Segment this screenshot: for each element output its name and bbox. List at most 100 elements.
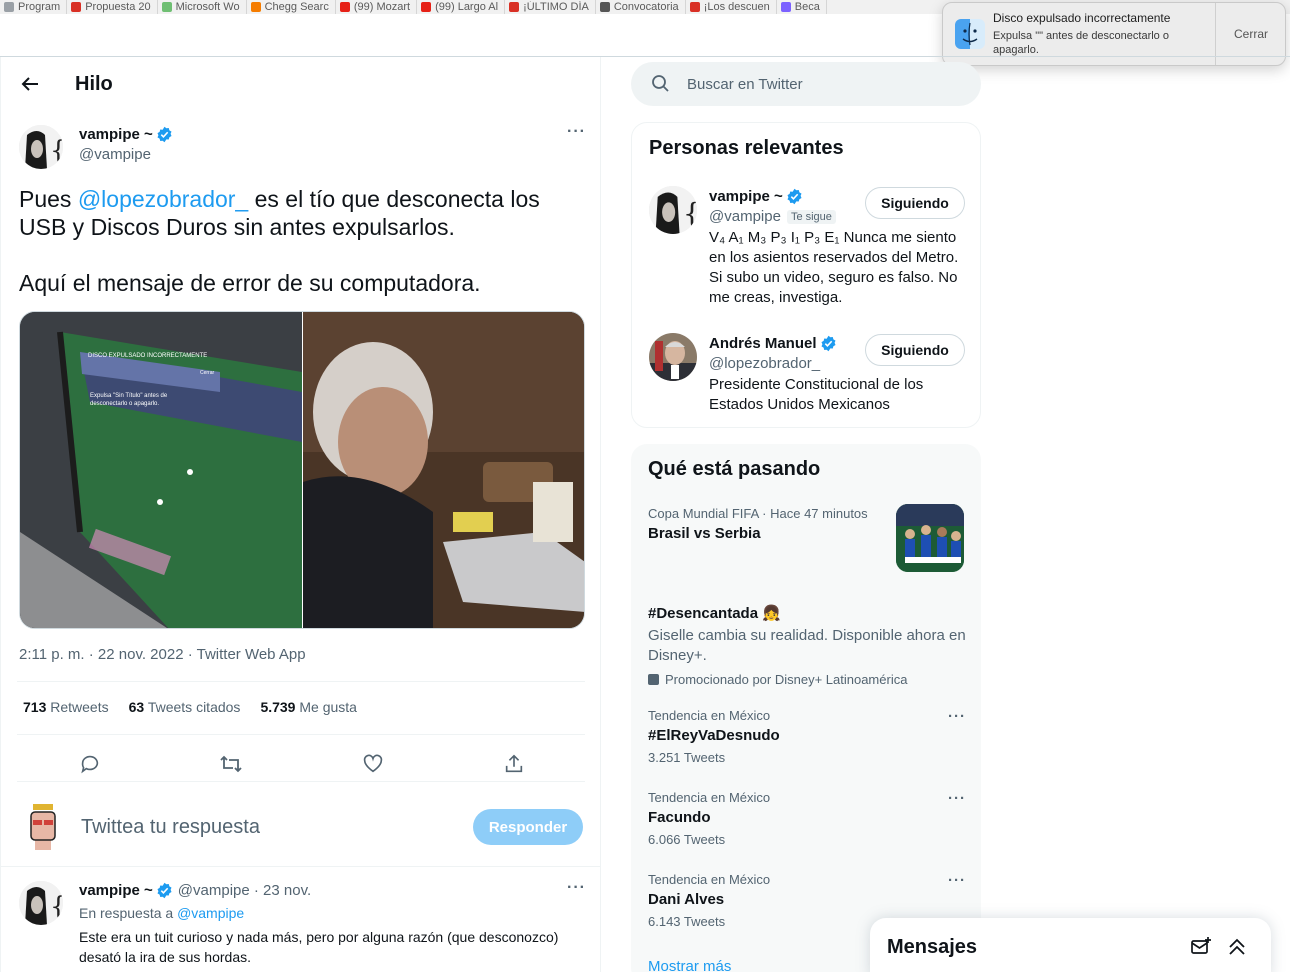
retweet-icon[interactable]: [216, 749, 246, 779]
bookmark-favicon-icon: [509, 2, 520, 12]
reply-composer: Twittea tu respuesta Responder: [1, 790, 601, 866]
show-more-link[interactable]: Mostrar más: [648, 958, 731, 972]
bookmark-favicon-icon: [780, 2, 791, 12]
trend-title: #ElReyVaDesnudo: [648, 727, 780, 744]
author-handle[interactable]: @vampipe: [79, 146, 151, 163]
mention-link[interactable]: @lopezobrador_: [78, 186, 248, 212]
bookmark-item[interactable]: Beca: [777, 0, 827, 14]
like-icon[interactable]: [358, 749, 388, 779]
bookmark-item[interactable]: (99) Mozart: [336, 0, 418, 14]
trend-item[interactable]: Tendencia en México Facundo 6.066 Tweets…: [648, 790, 966, 847]
media-overlay-close: Cerrar: [200, 370, 215, 376]
relevant-people-title: Personas relevantes: [649, 137, 844, 159]
more-options-icon[interactable]: ···: [567, 123, 586, 141]
tweet-text: Pues @lopezobrador_ es el tío que descon…: [19, 185, 589, 325]
expand-drawer-icon[interactable]: [1226, 936, 1248, 958]
trend-count: 3.251 Tweets: [648, 750, 726, 765]
user-avatar[interactable]: [23, 802, 63, 850]
media-photo-man-at-desk[interactable]: [303, 312, 584, 628]
bookmark-item[interactable]: Chegg Searc: [247, 0, 336, 14]
bookmark-item[interactable]: ¡ÚLTIMO DÍA: [505, 0, 596, 14]
avatar[interactable]: {: [649, 186, 697, 234]
bookmark-item[interactable]: Convocatoria: [596, 0, 686, 14]
trend-context: Tendencia en México: [648, 790, 771, 805]
whats-happening-title: Qué está pasando: [648, 458, 821, 480]
messages-drawer[interactable]: Mensajes: [870, 918, 1271, 972]
reply-handle-time[interactable]: @vampipe · 23 nov.: [178, 882, 311, 899]
author-name-line[interactable]: vampipe ~: [79, 126, 173, 143]
reply-author-name[interactable]: vampipe ~: [79, 882, 153, 899]
media-overlay-title: DISCO EXPULSADO INCORRECTAMENTE: [88, 353, 208, 359]
search-input[interactable]: [687, 73, 957, 95]
new-message-icon[interactable]: [1190, 936, 1212, 958]
relevant-people-card: Personas relevantes { vampipe ~ @vampipe…: [631, 122, 981, 428]
divider: [17, 681, 585, 682]
reply-input[interactable]: Twittea tu respuesta: [81, 816, 260, 839]
quotes-label: Tweets citados: [147, 699, 241, 715]
svg-text:{: {: [50, 136, 63, 166]
person-bio: V₄ A₁ M₃ P₃ I₁ P₃ E₁ Nunca me siento en …: [709, 229, 959, 306]
trend-thumbnail[interactable]: [896, 504, 964, 572]
following-button[interactable]: Siguiendo: [865, 187, 965, 219]
likes-label: Me gusta: [299, 699, 357, 715]
more-options-icon[interactable]: ···: [948, 872, 966, 889]
tweet-media[interactable]: DISCO EXPULSADO INCORRECTAMENTE Expulsa …: [19, 311, 585, 629]
bookmark-label: Convocatoria: [613, 1, 679, 13]
svg-text:{: {: [50, 892, 63, 922]
media-photo-laptop[interactable]: DISCO EXPULSADO INCORRECTAMENTE Expulsa …: [20, 312, 302, 628]
trend-item[interactable]: Tendencia en México #ElReyVaDesnudo 3.25…: [648, 708, 966, 765]
author-name[interactable]: vampipe ~: [79, 126, 153, 143]
retweets-stat[interactable]: 713 Retweets: [23, 699, 109, 715]
promoted-trend[interactable]: #Desencantada 👧 Giselle cambia su realid…: [648, 600, 966, 687]
page-title: Hilo: [75, 73, 113, 95]
bookmark-favicon-icon: [339, 2, 350, 12]
svg-text:{: {: [683, 197, 697, 230]
bookmark-item[interactable]: ¡Los descuen: [686, 0, 777, 14]
person-bio: Presidente Constitucional de los Estados…: [709, 376, 924, 413]
trend-count: 6.066 Tweets: [648, 832, 726, 847]
divider: [1, 866, 601, 867]
bookmark-favicon-icon: [250, 2, 261, 12]
avatar[interactable]: {: [19, 125, 63, 169]
promoted-icon: [648, 674, 659, 685]
person-handle[interactable]: @vampipe: [709, 208, 781, 225]
reply-button[interactable]: Responder: [473, 809, 583, 845]
search-box[interactable]: [631, 62, 981, 106]
whats-happening-card: Qué está pasando Copa Mundial FIFA · Hac…: [631, 444, 981, 972]
bookmark-favicon-icon: [4, 2, 14, 12]
reply-author-line[interactable]: vampipe ~ @vampipe · 23 nov.: [79, 882, 311, 899]
bookmark-item[interactable]: Program: [0, 0, 68, 14]
avatar[interactable]: [649, 333, 697, 381]
person-name-line[interactable]: vampipe ~: [709, 188, 803, 205]
share-icon[interactable]: [499, 749, 529, 779]
promoted-by-line[interactable]: Promocionado por Disney+ Latinoamérica: [648, 672, 966, 687]
person-name[interactable]: Andrés Manuel: [709, 335, 817, 352]
person-name-line[interactable]: Andrés Manuel: [709, 335, 837, 352]
avatar[interactable]: {: [19, 881, 63, 925]
divider: [17, 781, 585, 782]
bookmark-favicon-icon: [689, 2, 700, 12]
more-options-icon[interactable]: ···: [948, 790, 966, 807]
in-reply-to: En respuesta a @vampipe: [79, 905, 244, 921]
reply-icon[interactable]: [75, 749, 105, 779]
in-reply-handle-link[interactable]: @vampipe: [177, 905, 244, 921]
person-handle[interactable]: @lopezobrador_: [709, 355, 820, 372]
tweet-timestamp[interactable]: 2:11 p. m. · 22 nov. 2022 · Twitter Web …: [19, 646, 306, 663]
reply-tweet[interactable]: { vampipe ~ @vampipe · 23 nov. ··· En re…: [1, 869, 601, 972]
bookmark-item[interactable]: (99) Largo Al: [417, 0, 506, 14]
bookmark-item[interactable]: Microsoft Wo: [158, 0, 247, 14]
verified-badge-icon: [820, 335, 837, 352]
back-arrow-icon[interactable]: [17, 71, 43, 97]
trend-title: #Desencantada 👧: [648, 605, 781, 622]
quotes-stat[interactable]: 63 Tweets citados: [129, 699, 241, 715]
likes-stat[interactable]: 5.739 Me gusta: [260, 699, 357, 715]
more-options-icon[interactable]: ···: [567, 879, 586, 897]
verified-badge-icon: [156, 126, 173, 143]
bookmark-label: Chegg Searc: [264, 1, 329, 13]
bookmark-item[interactable]: Propuesta 20: [67, 0, 158, 14]
search-icon: [651, 74, 671, 94]
divider: [17, 734, 585, 735]
person-name[interactable]: vampipe ~: [709, 188, 783, 205]
following-button[interactable]: Siguiendo: [865, 334, 965, 366]
more-options-icon[interactable]: ···: [948, 708, 966, 725]
